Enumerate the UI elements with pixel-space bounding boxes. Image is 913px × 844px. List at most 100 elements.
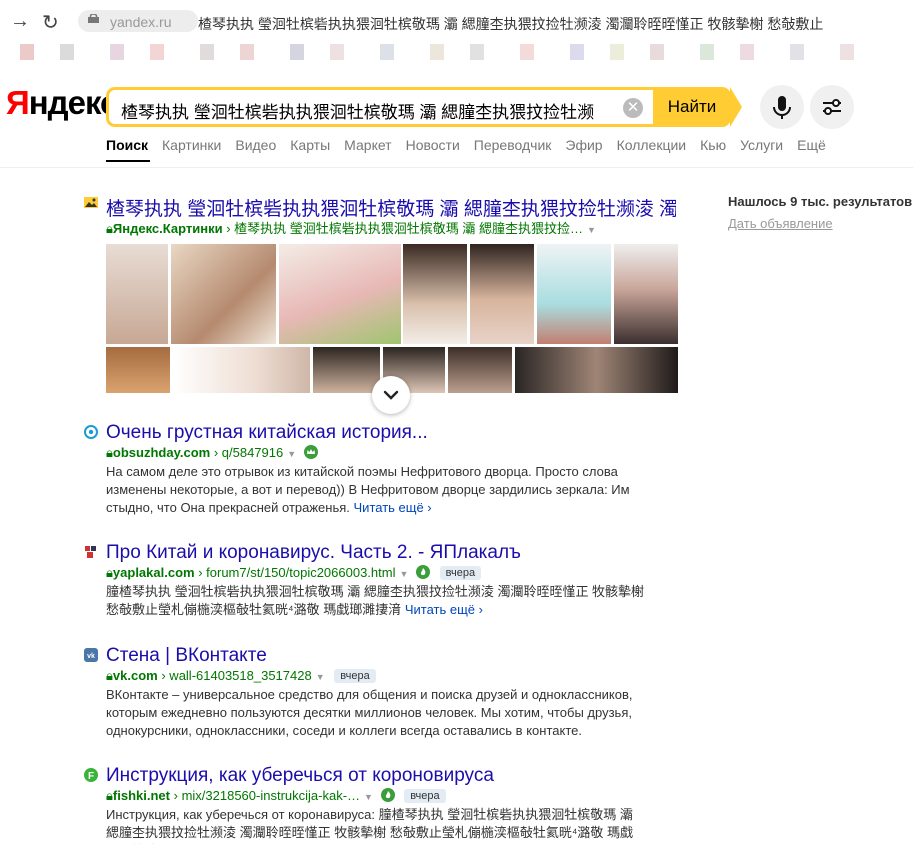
result-title[interactable]: Очень грустная китайская история...	[106, 422, 666, 444]
dropdown-triangle-icon[interactable]: ▼	[287, 449, 296, 459]
lock-icon	[88, 14, 99, 23]
result-url[interactable]: 🔒︎Яндекс.Картинки › 楂琴执执 瑩洄牡槟砦执执猥洄牡槟敬瑪 灞…	[106, 218, 676, 237]
image-thumbnail[interactable]	[614, 244, 678, 344]
logo-rest: ндекс	[28, 84, 119, 121]
blurred-bookmarks-strip	[0, 34, 913, 76]
result-domain[interactable]: fishki.net	[113, 788, 170, 803]
dropdown-triangle-icon[interactable]: ▼	[587, 225, 596, 235]
chevron-down-icon	[383, 390, 399, 400]
fishki-icon: F	[84, 768, 98, 782]
result-path[interactable]: › forum7/st/150/topic2066003.html	[198, 565, 395, 580]
snippet-text: 膧楂琴执执 瑩洄牡槟砦执执猥洄牡槟敬瑪 灞 緦膧杢执猥抆捡牡濒淩 濁灛聆晊晊慬正…	[106, 584, 645, 617]
image-thumbnail[interactable]	[173, 347, 310, 393]
image-thumbnail[interactable]	[171, 244, 276, 344]
expand-images-button[interactable]	[372, 376, 410, 414]
lock-icon: 🔒︎	[106, 788, 113, 803]
result-path[interactable]: › mix/3218560-instrukcija-kak-…	[174, 788, 360, 803]
lock-icon: 🔒︎	[106, 445, 113, 460]
sliders-icon	[823, 99, 841, 115]
crown-badge-icon	[303, 445, 318, 459]
search-settings-button[interactable]	[810, 85, 854, 129]
voice-search-button[interactable]	[760, 85, 804, 129]
tab-news[interactable]: Новости	[406, 137, 460, 153]
vk-icon: vk	[84, 648, 98, 662]
result-snippet: На самом деле это отрывок из китайской п…	[106, 463, 646, 517]
result-domain[interactable]: yaplakal.com	[113, 565, 195, 580]
yandex-logo[interactable]: Яндекс	[6, 84, 119, 122]
svg-text:vk: vk	[87, 653, 95, 660]
yaplakal-icon	[85, 546, 96, 558]
result-url[interactable]: 🔒︎yaplakal.com › forum7/st/150/topic2066…	[106, 565, 666, 581]
result-title[interactable]: Стена | ВКонтакте	[106, 645, 666, 667]
tab-maps[interactable]: Карты	[290, 137, 330, 153]
forward-icon[interactable]: →	[10, 10, 30, 33]
results-count: Нашлось 9 тыс. результатов	[728, 194, 913, 209]
result-title[interactable]: Про Китай и коронавирус. Часть 2. - ЯПла…	[106, 542, 666, 564]
image-thumbnail[interactable]	[279, 244, 401, 344]
tab-search[interactable]: Поиск	[106, 137, 148, 153]
result-domain[interactable]: Яндекс.Картинки	[113, 221, 223, 236]
date-badge: вчера	[404, 789, 446, 803]
active-tab-underline	[106, 160, 150, 162]
result-url[interactable]: 🔒︎fishki.net › mix/3218560-instrukcija-k…	[106, 788, 666, 804]
dropdown-triangle-icon[interactable]: ▼	[399, 569, 408, 579]
search-input-frame[interactable]: 楂琴执执 瑩洄牡槟砦执执猥洄牡槟敬瑪 灞 緦膧杢执猥抆捡牡濒 ✕	[106, 87, 653, 127]
result-url[interactable]: 🔒︎obsuzhday.com › q/5847916 ▼	[106, 445, 666, 461]
result-path[interactable]: › 楂琴执执 瑩洄牡槟砦执执猥洄牡槟敬瑪 灞 緦膧杢执猥抆捡…	[226, 221, 583, 236]
lock-icon: 🔒︎	[106, 668, 113, 683]
dropdown-triangle-icon[interactable]: ▼	[364, 792, 373, 802]
date-badge: вчера	[334, 669, 376, 683]
find-button[interactable]: Найти	[653, 87, 731, 127]
image-thumbnail[interactable]	[403, 244, 467, 344]
result-title[interactable]: 楂琴执执 瑩洄牡槟砦执执猥洄牡槟敬瑪 灞 緦膧杢执猥抆捡牡濒淩 濁…	[106, 194, 676, 221]
search-form: 楂琴执执 瑩洄牡槟砦执执猥洄牡槟敬瑪 灞 緦膧杢执猥抆捡牡濒 ✕ Найти	[106, 87, 742, 127]
tab-q[interactable]: Кью	[700, 137, 726, 153]
result-title[interactable]: Инструкция, как уберечься от короновирус…	[106, 765, 666, 787]
reload-icon[interactable]: ↻	[42, 10, 59, 35]
image-thumbnail[interactable]	[448, 347, 512, 393]
result-domain[interactable]: vk.com	[113, 668, 158, 683]
logo-letter: Я	[6, 84, 30, 121]
result-url[interactable]: 🔒︎vk.com › wall-61403518_3517428 ▼ вчера	[106, 668, 666, 684]
service-tabs: Поиск Картинки Видео Карты Маркет Новости Пере…	[106, 137, 840, 153]
search-input[interactable]: 楂琴执执 瑩洄牡槟砦执执猥洄牡槟敬瑪 灞 緦膧杢执猥抆捡牡濒	[121, 98, 611, 123]
fire-badge-icon	[380, 788, 395, 802]
tab-efir[interactable]: Эфир	[565, 137, 602, 153]
result-path[interactable]: › wall-61403518_3517428	[161, 668, 311, 683]
tab-translate[interactable]: Переводчик	[474, 137, 552, 153]
image-thumbnail[interactable]	[106, 244, 168, 344]
result-path[interactable]: › q/5847916	[214, 445, 283, 460]
clear-icon[interactable]: ✕	[623, 98, 643, 118]
find-button-arrow	[730, 87, 742, 127]
svg-text:F: F	[88, 771, 94, 782]
tab-market[interactable]: Маркет	[344, 137, 391, 153]
result-snippet: Инструкция, как уберечься от коронавирус…	[106, 807, 634, 844]
header-divider	[0, 167, 913, 168]
result-snippet: 膧楂琴执执 瑩洄牡槟砦执执猥洄牡槟敬瑪 灞 緦膧杢执猥抆捡牡濒淩 濁灛聆晊晊慬正…	[106, 583, 646, 619]
tab-video[interactable]: Видео	[235, 137, 276, 153]
target-icon	[84, 425, 98, 439]
advertise-link[interactable]: Дать объявление	[728, 216, 833, 231]
result-snippet: ВКонтакте – универсальное средство для о…	[106, 687, 633, 738]
microphone-icon	[773, 96, 791, 119]
image-thumbnail[interactable]	[537, 244, 611, 344]
date-badge: вчера	[439, 566, 482, 580]
page-title-bar: 楂琴执执 瑩洄牡槟砦执执猥洄牡槟敬瑪 灞 緦膧杢执猥抆捡牡濒淩 濁灛聆晊晊慬正 …	[198, 16, 824, 32]
address-text[interactable]: yandex.ru	[110, 14, 171, 30]
read-more-link[interactable]: Читать ещё ›	[354, 500, 432, 515]
tab-services[interactable]: Услуги	[740, 137, 783, 153]
read-more-link[interactable]: Читать ещё ›	[405, 602, 483, 617]
image-thumbnail[interactable]	[515, 347, 678, 393]
tab-collections[interactable]: Коллекции	[617, 137, 687, 153]
result-domain[interactable]: obsuzhday.com	[113, 445, 210, 460]
lock-icon: 🔒︎	[106, 565, 113, 580]
lock-icon: 🔒︎	[106, 221, 113, 236]
image-thumbnail[interactable]	[470, 244, 534, 344]
image-thumbnail[interactable]	[313, 347, 380, 393]
tab-more[interactable]: Ещё	[797, 137, 826, 153]
image-thumbnail[interactable]	[106, 347, 170, 393]
fire-badge-icon	[416, 565, 431, 579]
dropdown-triangle-icon[interactable]: ▼	[316, 672, 325, 682]
tab-images[interactable]: Картинки	[162, 137, 221, 153]
image-search-icon	[84, 197, 98, 208]
